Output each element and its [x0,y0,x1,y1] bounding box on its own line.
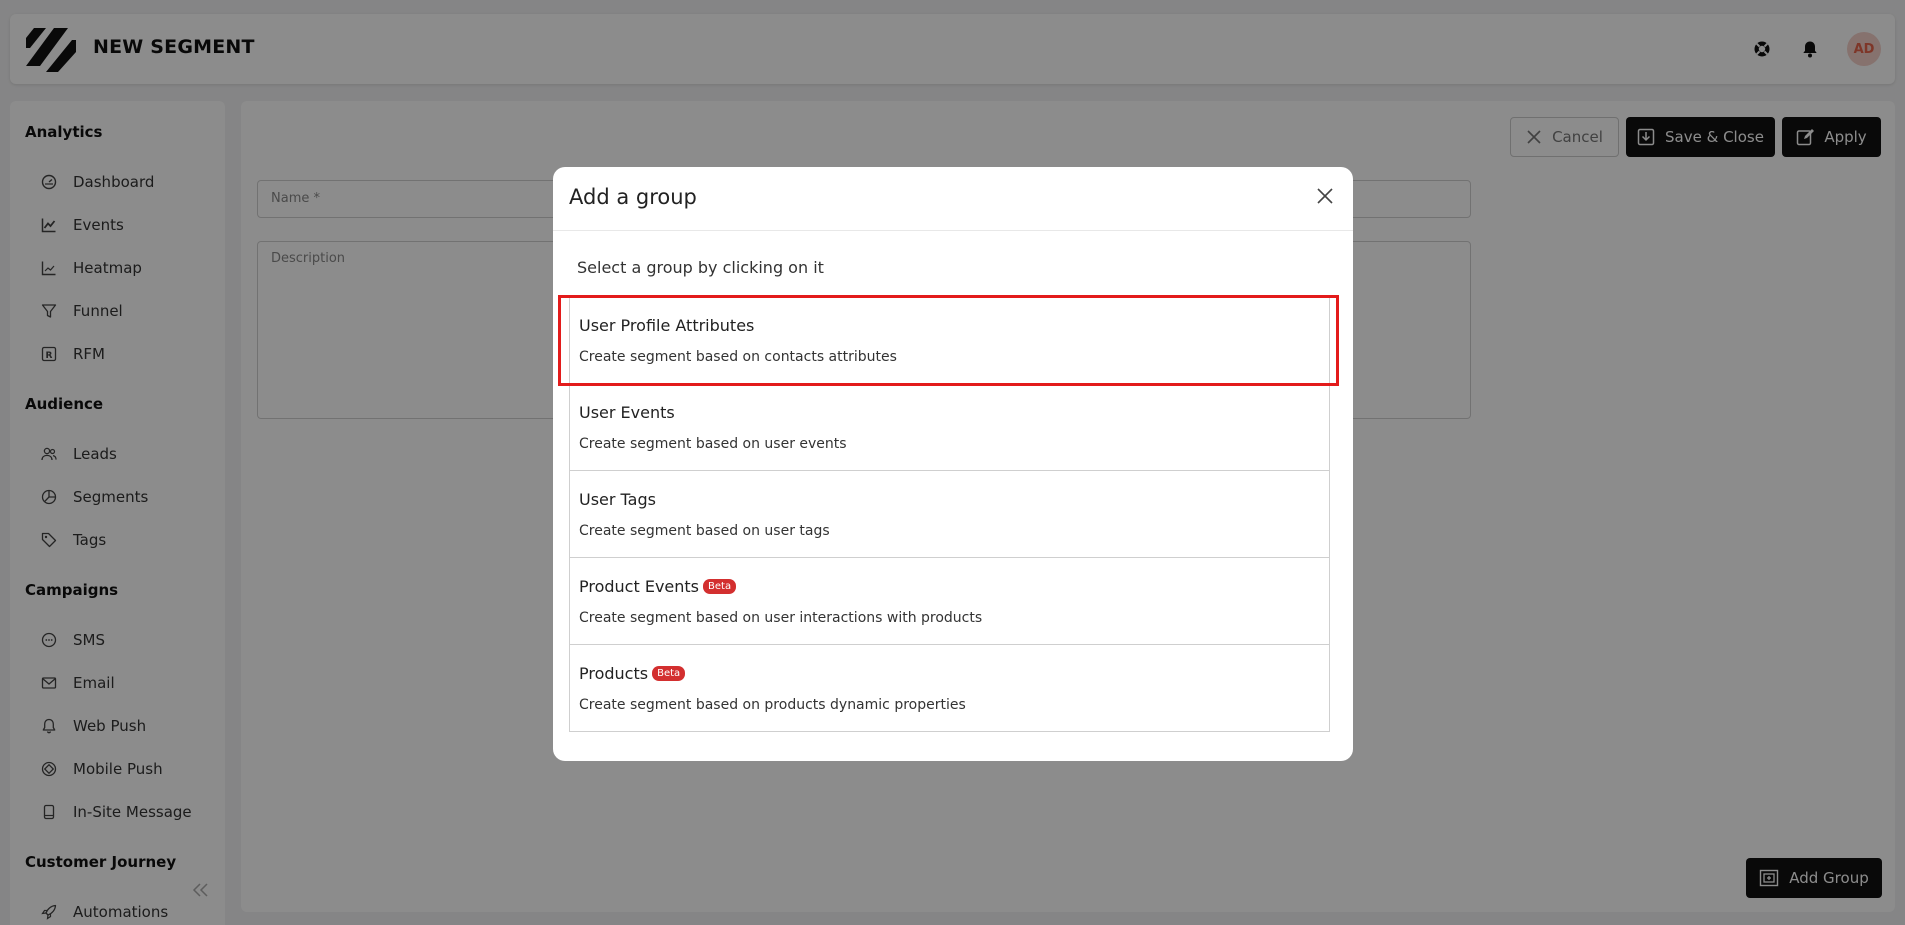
group-option-user-profile-attributes[interactable]: User Profile Attributes Create segment b… [569,296,1330,384]
group-title: User Profile Attributes [579,316,755,335]
beta-badge: Beta [652,666,686,681]
group-list: User Profile Attributes Create segment b… [569,296,1330,732]
group-title: User Tags [579,490,656,509]
modal-title: Add a group [569,185,697,209]
modal-subtitle: Select a group by clicking on it [577,258,824,277]
group-title: User Events [579,403,675,422]
group-option-product-events[interactable]: Product Events Beta Create segment based … [569,557,1330,645]
close-icon[interactable] [1314,185,1336,207]
group-description: Create segment based on products dynamic… [579,697,966,713]
group-title: Products [579,664,649,683]
add-group-dialog: Add a group Select a group by clicking o… [553,167,1353,761]
group-option-user-events[interactable]: User Events Create segment based on user… [569,383,1330,471]
group-option-products[interactable]: Products Beta Create segment based on pro… [569,644,1330,732]
modal-header: Add a group [553,167,1353,231]
group-description: Create segment based on user tags [579,523,830,539]
group-description: Create segment based on contacts attribu… [579,349,897,365]
group-title: Product Events [579,577,700,596]
beta-badge: Beta [703,579,737,594]
group-option-user-tags[interactable]: User Tags Create segment based on user t… [569,470,1330,558]
group-description: Create segment based on user interaction… [579,610,983,626]
group-description: Create segment based on user events [579,436,847,452]
